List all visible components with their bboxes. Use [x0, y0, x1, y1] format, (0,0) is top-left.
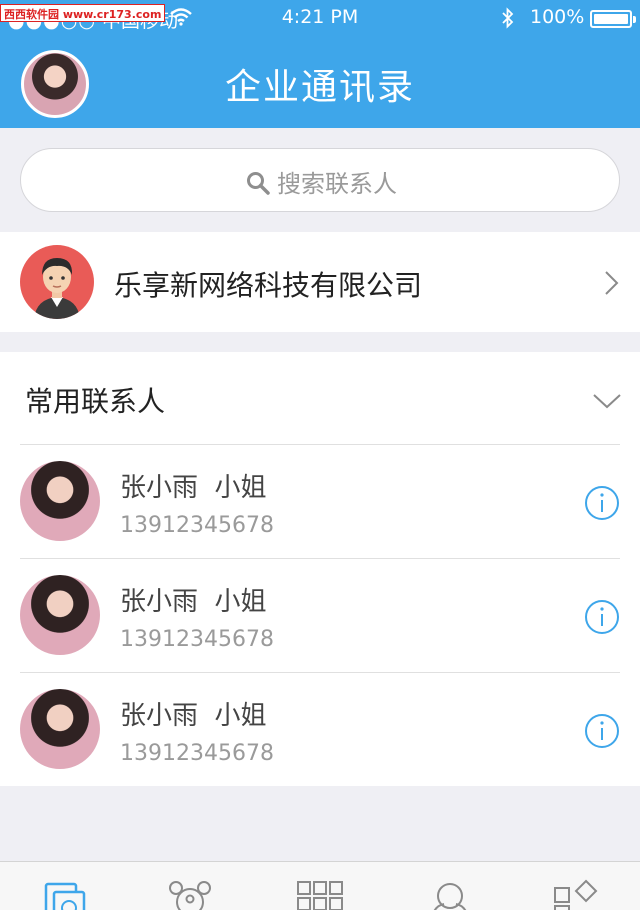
battery-percent: 100%: [530, 6, 585, 28]
chevron-down-icon[interactable]: [592, 392, 622, 410]
discover-icon[interactable]: [552, 878, 600, 910]
cartoon-person-icon: [34, 258, 80, 319]
contact-phone: 13912345678: [120, 627, 274, 652]
message-icon[interactable]: [40, 878, 88, 910]
search-placeholder-row: 搜索联系人: [21, 164, 621, 199]
contacts-icon[interactable]: [166, 878, 214, 910]
contact-avatar: [20, 689, 100, 769]
info-icon[interactable]: [584, 713, 620, 749]
battery-icon: [590, 10, 636, 28]
contact-name: 张小雨 小姐: [120, 473, 267, 503]
page-title: 企业通讯录: [224, 67, 415, 108]
search-icon: [247, 172, 270, 195]
contact-avatar: [20, 575, 100, 655]
company-name: 乐享新网络科技有限公司: [114, 269, 423, 302]
bluetooth-icon: [502, 7, 514, 29]
frequent-contacts-section: 常用联系人 张小雨 小姐 13912345678 张小雨 小姐 13912345…: [0, 352, 640, 786]
search-placeholder: 搜索联系人: [277, 170, 397, 198]
contact-name: 张小雨 小姐: [120, 587, 267, 617]
tab-bar: [0, 861, 640, 910]
company-row[interactable]: 乐享新网络科技有限公司: [0, 232, 640, 332]
contact-phone: 13912345678: [120, 741, 274, 766]
apps-icon[interactable]: [296, 878, 344, 910]
group-icon[interactable]: [426, 878, 474, 910]
contact-avatar: [20, 461, 100, 541]
search-input[interactable]: 搜索联系人: [20, 148, 620, 212]
status-bar: ●●●○○ 中国移动 西西软件园 www.cr173.com 4:21 PM 1…: [0, 0, 640, 36]
info-icon[interactable]: [584, 485, 620, 521]
chevron-right-icon: [605, 271, 619, 295]
contact-row[interactable]: 张小雨 小姐 13912345678: [0, 673, 640, 787]
company-avatar: [20, 245, 94, 319]
section-title: 常用联系人: [25, 385, 166, 418]
contact-name: 张小雨 小姐: [120, 701, 267, 731]
app-header: ●●●○○ 中国移动 西西软件园 www.cr173.com 4:21 PM 1…: [0, 0, 640, 128]
info-icon[interactable]: [584, 599, 620, 635]
contact-row[interactable]: 张小雨 小姐 13912345678: [0, 559, 640, 673]
contact-row[interactable]: 张小雨 小姐 13912345678: [0, 445, 640, 559]
contact-phone: 13912345678: [120, 513, 274, 538]
